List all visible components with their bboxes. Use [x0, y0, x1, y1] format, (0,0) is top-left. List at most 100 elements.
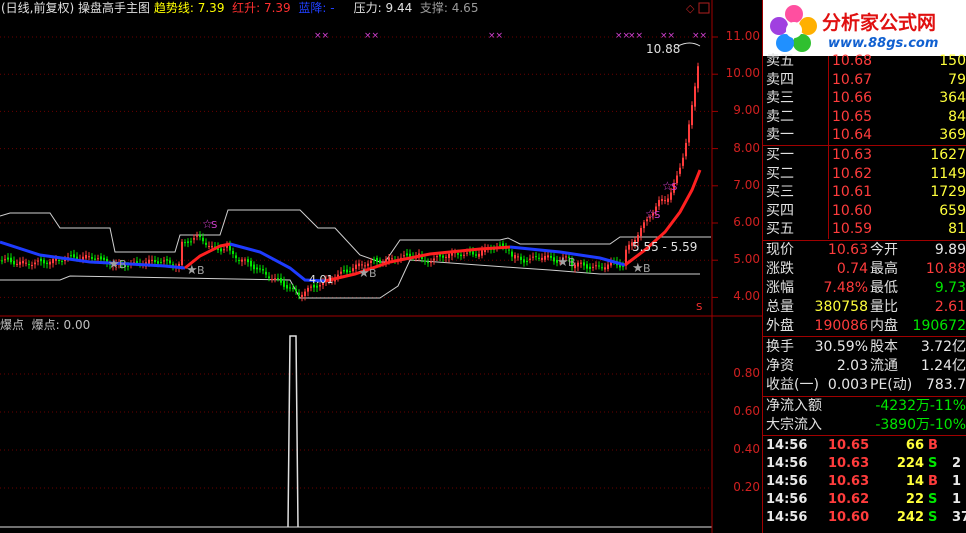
quote-label: 涨跌	[766, 261, 794, 277]
candle-body	[478, 253, 480, 257]
price-axis-label: 8.00	[733, 140, 760, 155]
ask-row[interactable]: 卖一 10.64 369	[762, 126, 966, 145]
sub-axis-label: 0.20	[733, 480, 760, 494]
flow-row[interactable]: 净流入额 -4232万 -11%	[762, 397, 966, 416]
candle-body	[694, 86, 696, 107]
candle-body	[232, 251, 234, 254]
candle-body	[514, 255, 516, 259]
candle-body	[547, 255, 549, 258]
buy-marker: B	[369, 267, 377, 280]
candle-body	[241, 259, 243, 262]
fund-label: 收益(一)	[766, 377, 819, 393]
candle-body	[343, 269, 345, 272]
fund-value: 1.24亿	[920, 358, 966, 374]
price-axis-label: 5.00	[733, 252, 760, 267]
candle-body	[13, 260, 15, 265]
candle-body	[664, 200, 666, 202]
candle-body	[472, 251, 474, 255]
candle-body	[535, 256, 537, 258]
bid-row[interactable]: 买五 10.59 81	[762, 220, 966, 239]
kline-chart[interactable]: ★ B ★ B ★ B★ B ★ B☆S☆S☆S×× ×× ×× ×××× ×× ×× ◇	[0, 0, 762, 533]
quote-row[interactable]: 涨幅 7.48% 最低 9.73	[762, 279, 966, 298]
quote-row[interactable]: 涨跌 0.74 最高 10.88	[762, 260, 966, 279]
candle-body	[466, 252, 468, 254]
ask-row[interactable]: 卖五 10.68 150	[762, 52, 966, 71]
candle-body	[373, 259, 375, 261]
bid-price: 10.61	[832, 184, 873, 200]
quote-row[interactable]: 外盘 190086 内盘 190672	[762, 317, 966, 336]
tick-row[interactable]: 14:56 10.63 14 B 1	[762, 473, 966, 491]
ask-row[interactable]: 卖二 10.65 84	[762, 108, 966, 127]
candlesticks	[1, 62, 699, 302]
sell-marker: S	[671, 182, 677, 193]
quote-value: 10.63	[827, 242, 868, 258]
x-marker: ××	[488, 31, 503, 41]
candle-body	[688, 124, 690, 143]
candle-body	[166, 259, 168, 261]
fund-row[interactable]: 收益(一) 0.003 PE(动) 783.7	[762, 376, 966, 395]
bid-volume: 1149	[930, 165, 966, 182]
quote-row[interactable]: 总量 380758 量比 2.61	[762, 298, 966, 317]
candle-body	[526, 260, 528, 262]
tick-time: 14:56	[766, 438, 808, 453]
candle-body	[307, 287, 309, 292]
candle-body	[70, 255, 72, 257]
candle-body	[250, 260, 252, 267]
bid-row[interactable]: 买一 10.63 1627	[762, 146, 966, 165]
fund-row[interactable]: 净资 2.03 流通 1.24亿	[762, 357, 966, 376]
tick-price: 10.63	[828, 474, 870, 489]
candle-body	[406, 253, 408, 256]
ask-row[interactable]: 卖四 10.67 79	[762, 71, 966, 90]
bid-row[interactable]: 买三 10.61 1729	[762, 183, 966, 202]
sell-marker: S	[654, 210, 660, 221]
quote-row[interactable]: 现价 10.63 今开 9.89	[762, 241, 966, 260]
sub-axis-label: 0.80	[733, 366, 760, 380]
tick-row[interactable]: 14:56 10.62 22 S 1	[762, 491, 966, 509]
candle-body	[187, 241, 189, 243]
candle-body	[247, 259, 249, 263]
diamond-icon[interactable]: ◇	[686, 2, 695, 15]
candle-body	[370, 260, 372, 263]
candle-body	[85, 255, 87, 259]
candle-body	[280, 277, 282, 283]
trend-line	[0, 169, 702, 283]
tick-row[interactable]: 14:56 10.60 242 S 37	[762, 509, 966, 527]
price-axis-label: 9.00	[733, 103, 760, 118]
fund-row[interactable]: 换手 30.59% 股本 3.72亿	[762, 338, 966, 357]
price-axis-label: 7.00	[733, 177, 760, 192]
candle-body	[7, 257, 9, 260]
candle-body	[379, 259, 381, 263]
buy-star-icon: ★	[632, 261, 644, 276]
candle-body	[517, 256, 519, 258]
bid-volume: 659	[939, 202, 966, 219]
candle-body	[685, 142, 687, 157]
box-icon[interactable]	[698, 2, 710, 14]
bid-row[interactable]: 买四 10.60 659	[762, 202, 966, 221]
candle-body	[463, 254, 465, 256]
tick-side: S	[928, 510, 938, 525]
candle-body	[1, 260, 3, 262]
sub-indicator-label: 爆点:	[31, 318, 60, 332]
high-arrow	[677, 42, 701, 47]
window-controls[interactable]: ◇	[686, 2, 710, 15]
flow-row[interactable]: 大宗流入 -3890万 -10%	[762, 416, 966, 435]
tick-volume: 22	[905, 492, 924, 507]
bid-level-label: 买五	[766, 221, 794, 237]
candle-body	[184, 242, 186, 244]
red-rise-label: 红升:	[232, 1, 261, 15]
bid-row[interactable]: 买二 10.62 1149	[762, 165, 966, 184]
buy-star-icon: ★	[186, 263, 198, 278]
pressure-line	[0, 209, 711, 263]
flow-amount: -4232万	[875, 398, 930, 414]
tick-row[interactable]: 14:56 10.65 66 B	[762, 437, 966, 455]
ask-row[interactable]: 卖三 10.66 364	[762, 89, 966, 108]
quote-label: 涨幅	[766, 280, 794, 296]
candle-body	[268, 276, 270, 279]
candle-body	[259, 268, 261, 270]
candle-body	[208, 245, 210, 247]
tick-row[interactable]: 14:56 10.63 224 S 2	[762, 455, 966, 473]
quote-value: 9.89	[934, 242, 966, 258]
candle-body	[304, 291, 306, 296]
candle-body	[31, 264, 33, 266]
candle-body	[553, 257, 555, 262]
